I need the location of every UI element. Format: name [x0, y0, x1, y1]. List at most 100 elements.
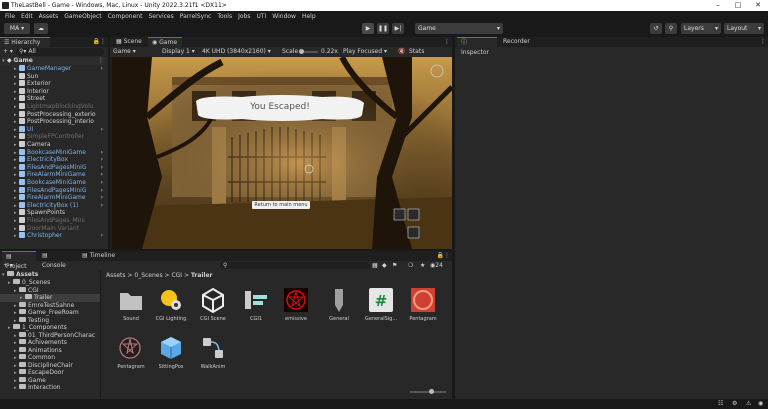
icon-size-slider[interactable]	[410, 391, 446, 393]
game-viewport[interactable]: You Escaped! Return to main menu	[112, 57, 452, 249]
tab-scene[interactable]: ▦ Scene	[112, 37, 146, 47]
lock-icon[interactable]: 🔒	[93, 38, 100, 45]
menu-uti[interactable]: UTI	[256, 13, 266, 20]
csharp-script-icon: #	[368, 287, 394, 313]
breadcrumb: Assets > 0_Scenes > CGI > Trailer	[106, 272, 213, 279]
menu-edit[interactable]: Edit	[21, 13, 33, 20]
progress-icon[interactable]: ⚙	[732, 400, 737, 407]
cube-icon	[19, 65, 25, 71]
menu-assets[interactable]: Assets	[39, 13, 59, 20]
scale-slider-handle[interactable]	[299, 49, 304, 54]
play-button[interactable]: ▶	[362, 23, 374, 34]
folder-icon	[19, 361, 26, 367]
tab-game[interactable]: ◉ Game	[148, 37, 182, 47]
history-icon[interactable]: ↺	[650, 23, 662, 34]
icon-size-slider-handle[interactable]	[429, 389, 434, 394]
asset-item[interactable]: CGI Lighting	[148, 287, 194, 322]
breadcrumb-scenes[interactable]: 0_Scenes	[134, 272, 162, 279]
project-folder-label: EscapeDoor	[28, 369, 64, 376]
scale-slider[interactable]	[299, 49, 318, 54]
minimize-icon[interactable]: –	[708, 0, 728, 11]
asset-item[interactable]: SittingPos	[148, 335, 194, 370]
project-folder-label: EmreTestSahne	[28, 301, 75, 309]
kebab-menu-icon[interactable]: ⋮	[100, 38, 106, 45]
account-button[interactable]: MA ▾	[4, 23, 30, 34]
step-button[interactable]: ▶|	[392, 23, 404, 34]
project-search-input[interactable]: ⚲	[220, 262, 370, 269]
close-icon[interactable]: ✕	[748, 0, 768, 11]
project-tree-root[interactable]: ▾ Assets	[2, 271, 38, 279]
asset-item[interactable]: CGI Scene	[190, 287, 236, 322]
kebab-menu-icon[interactable]: ⋮	[444, 252, 450, 259]
menu-gameobject[interactable]: GameObject	[64, 13, 101, 20]
menu-parrelsync[interactable]: ParrelSync	[180, 13, 212, 20]
network-icon[interactable]: ☷	[718, 400, 723, 407]
layers-dropdown[interactable]: Layers ▾	[681, 23, 721, 34]
asset-label: WalkAnim	[200, 364, 226, 370]
tab-project[interactable]: ▤ Project	[2, 251, 36, 270]
hidden-count-icon[interactable]: ◉24	[430, 261, 443, 270]
game-view-toolbar: Game ▾ Display 1 ▾ 4K UHD (3840x2160) ▾ …	[110, 47, 452, 57]
eye-icon[interactable]: ❍	[408, 261, 413, 270]
asset-item[interactable]: General	[316, 287, 362, 322]
cloud-icon[interactable]: ☁	[34, 23, 48, 34]
type-filter-icon[interactable]: ◆	[382, 261, 387, 270]
kebab-menu-icon[interactable]: ⋮	[98, 57, 104, 65]
open-prefab-icon[interactable]: ›	[101, 232, 103, 240]
splitter[interactable]	[100, 270, 101, 399]
asset-item[interactable]: emissive	[273, 287, 319, 322]
menu-window[interactable]: Window	[272, 13, 296, 20]
menu-jobs[interactable]: Jobs	[238, 13, 250, 20]
lock-icon[interactable]: 🔒	[437, 252, 444, 259]
tab-recorder[interactable]: Recorder	[499, 37, 535, 47]
hierarchy-search-input[interactable]: ⚲▾ All	[16, 48, 104, 56]
layout-dropdown[interactable]: Layout ▾	[724, 23, 764, 34]
resolution-dropdown[interactable]: 4K UHD (3840x2160) ▾	[202, 47, 271, 57]
search-icon[interactable]: ⚲	[665, 23, 677, 34]
folder-icon	[19, 369, 26, 374]
filter-icon[interactable]: ▦	[372, 261, 378, 270]
debug-icon[interactable]: ⚠	[746, 400, 751, 407]
timeline-tab-label: Timeline	[89, 252, 116, 259]
add-icon[interactable]: + ▾	[3, 48, 13, 55]
zoom-icon[interactable]: ◉	[758, 400, 763, 407]
return-to-menu-button[interactable]: Return to main menu	[252, 201, 310, 209]
menu-tools[interactable]: Tools	[217, 13, 232, 20]
kebab-menu-icon[interactable]: ⋮	[444, 38, 450, 45]
maximize-icon[interactable]: □	[728, 0, 748, 11]
breadcrumb-assets[interactable]: Assets	[106, 272, 126, 279]
star-icon[interactable]: ★	[420, 261, 425, 270]
project-folder-label: CGI	[28, 286, 39, 294]
tab-console[interactable]: ▤ Console	[38, 251, 76, 269]
hierarchy-item-label: GameManager	[27, 65, 72, 72]
asset-item[interactable]: WalkAnim	[190, 335, 236, 370]
menu-services[interactable]: Services	[148, 13, 173, 20]
menu-component[interactable]: Component	[108, 13, 143, 20]
game-dropdown[interactable]: Game ▾	[415, 23, 503, 34]
breadcrumb-trailer[interactable]: Trailer	[191, 272, 213, 279]
tab-hierarchy[interactable]: ☰ Hierarchy	[0, 37, 50, 47]
escape-banner-text: You Escaped!	[250, 102, 310, 112]
add-icon[interactable]: + ▾	[3, 261, 13, 270]
game-mode-dropdown[interactable]: Game ▾	[113, 47, 136, 57]
menu-file[interactable]: File	[5, 13, 15, 20]
breadcrumb-cgi[interactable]: CGI	[171, 272, 182, 279]
play-focused-dropdown[interactable]: Play Focused ▾	[343, 47, 387, 57]
menu-help[interactable]: Help	[302, 13, 316, 20]
kebab-menu-icon[interactable]: ⋮	[760, 38, 766, 45]
material-icon	[283, 287, 309, 313]
tab-timeline[interactable]: ▤ Timeline	[78, 251, 120, 261]
label-filter-icon[interactable]: ⚑	[392, 261, 397, 270]
hierarchy-item[interactable]: ▸ Christopher ›	[2, 232, 106, 240]
asset-item[interactable]: # GeneralSig...	[358, 287, 404, 322]
mute-audio-icon[interactable]: 🔇	[398, 47, 405, 57]
project-folder[interactable]: ▸ Interaction	[0, 384, 100, 392]
tab-inspector[interactable]: ⓘ Inspector	[457, 37, 497, 56]
asset-item[interactable]: Pentagram	[400, 287, 446, 322]
stats-text: Stats	[409, 48, 425, 55]
recorder-tab-label: Recorder	[503, 38, 530, 45]
stats-label[interactable]: Stats	[409, 47, 424, 57]
hierarchy-root[interactable]: ▾ ◆ Game ⋮	[2, 57, 106, 65]
display-dropdown[interactable]: Display 1 ▾	[162, 47, 195, 57]
pause-button[interactable]: ❚❚	[377, 23, 389, 34]
